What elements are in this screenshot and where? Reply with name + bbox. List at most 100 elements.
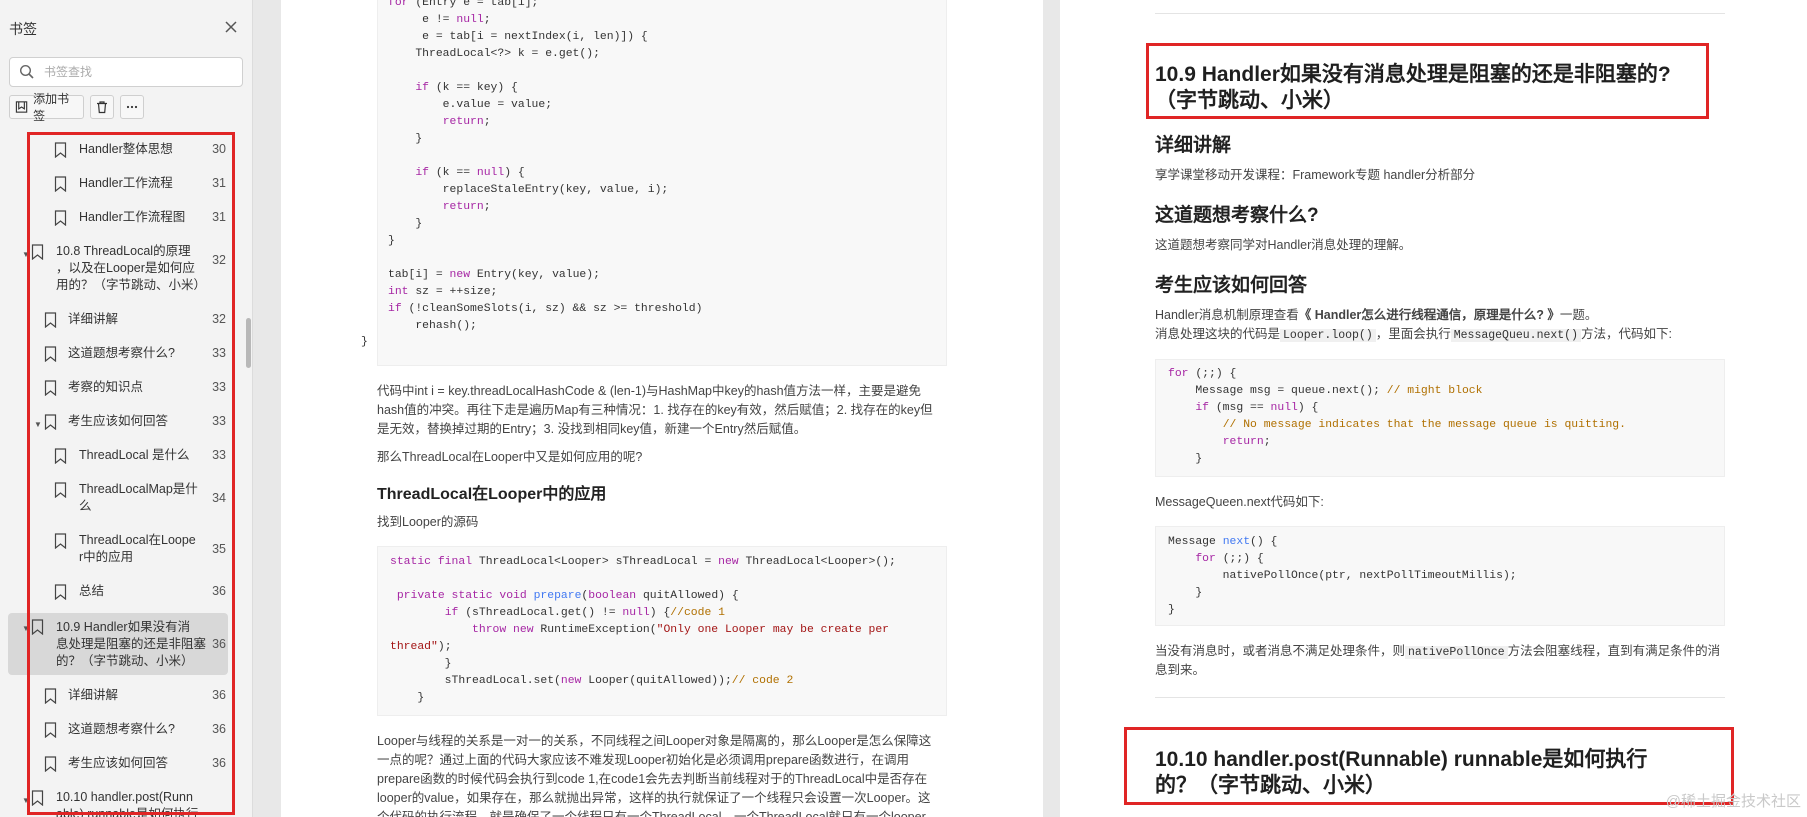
sidebar-toolbar: 添加书签 bbox=[9, 92, 144, 123]
heading-purpose: 这道题想考察什么? bbox=[1155, 205, 1319, 226]
bookmark-label: ThreadLocal 是什么 bbox=[79, 448, 190, 462]
section-title: 10.9 Handler如果没有消息处理是阻塞的还是非阻塞的? bbox=[1155, 63, 1671, 86]
bookmark-item[interactable]: 这道题想考察什么? 33 bbox=[8, 345, 228, 365]
paragraph: 个代码的执行流程，就是确保了一个线程只有一个ThreadLocal，一个Thre… bbox=[377, 810, 926, 817]
bookmark-item[interactable]: ThreadLocal 是什么 33 bbox=[8, 447, 228, 467]
bookmark-page: 36 bbox=[212, 756, 226, 770]
expand-arrow-icon[interactable]: ▼ bbox=[22, 620, 30, 637]
bookmark-icon bbox=[31, 244, 44, 260]
bookmark-label: 用的？（字节跳动、小米） bbox=[56, 278, 207, 292]
section-title: （字节跳动、小米） bbox=[1155, 89, 1344, 112]
bookmark-sidebar: 书签 添加书签 bbox=[0, 0, 253, 817]
bookmark-icon bbox=[54, 142, 67, 158]
expand-arrow-icon[interactable]: ▼ bbox=[22, 792, 30, 809]
bookmark-label: Handler工作流程图 bbox=[79, 210, 186, 224]
bookmark-item[interactable]: ▼ 考生应该如何回答 33 bbox=[8, 413, 228, 433]
bookmark-label: 息处理是阻塞的还是非阻塞 bbox=[56, 637, 207, 651]
more-options-button[interactable] bbox=[120, 95, 144, 119]
paragraph: 那么ThreadLocal在Looper中又是如何应用的呢? bbox=[377, 450, 643, 464]
code-block: static final ThreadLocal<Looper> sThread… bbox=[377, 546, 947, 716]
bookmark-label: Handler整体思想 bbox=[79, 142, 173, 156]
text: Handler消息机制原理查看 bbox=[1155, 308, 1299, 322]
divider bbox=[1155, 697, 1725, 698]
delete-bookmark-button[interactable] bbox=[90, 95, 114, 119]
bookmark-search[interactable] bbox=[9, 57, 243, 87]
code-block: Message next() { for (;;) { nativePollOn… bbox=[1155, 526, 1725, 626]
bookmark-item[interactable]: 考生应该如何回答 36 bbox=[8, 755, 228, 775]
document-page-right: 10.9 Handler如果没有消息处理是阻塞的还是非阻塞的? （字节跳动、小米… bbox=[1060, 0, 1807, 817]
bookmark-label: 考生应该如何回答 bbox=[68, 414, 169, 428]
paragraph: hash值的冲突。再往下走是遍历Map有三种情况：1. 找存在的key有效，然后… bbox=[377, 403, 933, 417]
code-block: for (;;) { Message msg = queue.next(); /… bbox=[1155, 359, 1725, 477]
sidebar-header: 书签 bbox=[0, 0, 253, 56]
bookmark-icon bbox=[44, 756, 57, 772]
bookmark-icon bbox=[54, 533, 67, 549]
bookmark-page: 36 bbox=[212, 584, 226, 598]
pdf-reader-window: 书签 添加书签 bbox=[0, 0, 1807, 817]
paragraph: 代码中int i = key.threadLocalHashCode & (le… bbox=[377, 384, 922, 398]
add-bookmark-button[interactable]: 添加书签 bbox=[9, 92, 84, 123]
bookmark-item[interactable]: ThreadLocal在Loope r中的应用 35 bbox=[8, 532, 228, 568]
bookmark-page: 33 bbox=[212, 346, 226, 360]
bold-link[interactable]: 《 Handler怎么进行线程通信，原理是什么? 》 bbox=[1299, 308, 1560, 322]
text: 方法会阻塞线程，直到有满足条件的消 bbox=[1507, 644, 1721, 658]
paragraph: Looper与线程的关系是一对一的关系，不同线程之间Looper对象是隔离的，那… bbox=[377, 734, 932, 748]
divider bbox=[1155, 13, 1725, 14]
bookmark-icon bbox=[44, 346, 57, 362]
bookmark-item[interactable]: 详细讲解 36 bbox=[8, 687, 228, 707]
watermark-text: @稀土掘金技术社区 bbox=[1665, 793, 1801, 810]
bookmark-page: 36 bbox=[212, 688, 226, 702]
paragraph: 息到来。 bbox=[1155, 663, 1206, 677]
bookmark-item[interactable]: 总结 36 bbox=[8, 583, 228, 603]
bookmark-item-10-9-active[interactable]: ▼ 10.9 Handler如果没有消 息处理是阻塞的还是非阻塞 的？（字节跳动… bbox=[8, 613, 228, 675]
text: 一题。 bbox=[1559, 308, 1598, 322]
heading-answer: 考生应该如何回答 bbox=[1155, 275, 1308, 296]
bookmark-page: 31 bbox=[212, 210, 226, 224]
paragraph: 当没有消息时，或者消息不满足处理条件，则 nativePollOnce 方法会阻塞线… bbox=[1155, 642, 1720, 662]
paragraph: Handler消息机制原理查看《 Handler怎么进行线程通信，原理是什么? … bbox=[1155, 306, 1597, 325]
bookmark-item-10-8[interactable]: ▼ 10.8 ThreadLocal的原理 ，以及在Looper是如何应 用的？… bbox=[8, 243, 228, 297]
paragraph: 这道题想考察同学对Handler消息处理的理解。 bbox=[1155, 238, 1412, 252]
bookmark-label: 10.9 Handler如果没有消 bbox=[56, 620, 191, 634]
bookmark-item[interactable]: Handler工作流程图 31 bbox=[8, 209, 228, 229]
bookmark-search-input[interactable] bbox=[44, 62, 234, 82]
bookmark-icon bbox=[54, 584, 67, 600]
bookmark-icon bbox=[54, 448, 67, 464]
bookmark-label: 考生应该如何回答 bbox=[68, 756, 169, 770]
text: 方法，代码如下: bbox=[1580, 327, 1672, 341]
bookmark-label: 么 bbox=[79, 499, 92, 513]
bookmark-label: 10.10 handler.post(Runn bbox=[56, 790, 193, 804]
bookmark-item[interactable]: ▼ 10.10 handler.post(Runn able) runnable… bbox=[8, 789, 228, 817]
bookmark-item[interactable]: ThreadLocalMap是什 么 34 bbox=[8, 481, 228, 517]
bookmark-page: 35 bbox=[212, 542, 226, 556]
close-icon[interactable] bbox=[222, 18, 240, 36]
expand-arrow-icon[interactable]: ▼ bbox=[34, 416, 42, 433]
bookmark-item[interactable]: 考察的知识点 33 bbox=[8, 379, 228, 399]
bookmark-label: 考察的知识点 bbox=[68, 380, 144, 394]
bookmark-page: 32 bbox=[212, 312, 226, 326]
bookmark-item[interactable]: Handler整体思想 30 bbox=[8, 141, 228, 161]
bookmark-label: able) runnable是如何执行 bbox=[56, 807, 199, 817]
bookmark-item[interactable]: 这道题想考察什么? 36 bbox=[8, 721, 228, 741]
bookmark-icon bbox=[31, 790, 44, 806]
bookmark-icon bbox=[44, 312, 57, 328]
inline-code: nativePollOnce bbox=[1405, 646, 1508, 659]
bookmark-page: 36 bbox=[212, 722, 226, 736]
bookmark-label: 详细讲解 bbox=[68, 688, 119, 702]
bookmark-icon bbox=[31, 619, 44, 635]
section-heading: ThreadLocal在Looper中的应用 bbox=[377, 486, 607, 503]
sidebar-title: 书签 bbox=[9, 21, 37, 37]
bookmark-label: ，以及在Looper是如何应 bbox=[56, 261, 195, 275]
sidebar-scrollbar[interactable] bbox=[246, 318, 251, 368]
paragraph: 一点的呢？通过上面的代码大家应该不难发现Looper初始化是必须调用prepar… bbox=[377, 753, 910, 767]
section-title: 的？（字节跳动、小米） bbox=[1155, 774, 1386, 797]
bookmark-item[interactable]: 详细讲解 32 bbox=[8, 311, 228, 331]
bookmark-page: 34 bbox=[212, 491, 226, 505]
text: ，里面会执行 bbox=[1375, 327, 1451, 341]
add-bookmark-label: 添加书签 bbox=[33, 92, 70, 123]
heading-detail: 详细讲解 bbox=[1155, 135, 1232, 156]
expand-arrow-icon[interactable]: ▼ bbox=[22, 246, 30, 263]
bookmark-item[interactable]: Handler工作流程 31 bbox=[8, 175, 228, 195]
bookmark-page: 31 bbox=[212, 176, 226, 190]
bookmark-label: 这道题想考察什么? bbox=[68, 346, 175, 360]
